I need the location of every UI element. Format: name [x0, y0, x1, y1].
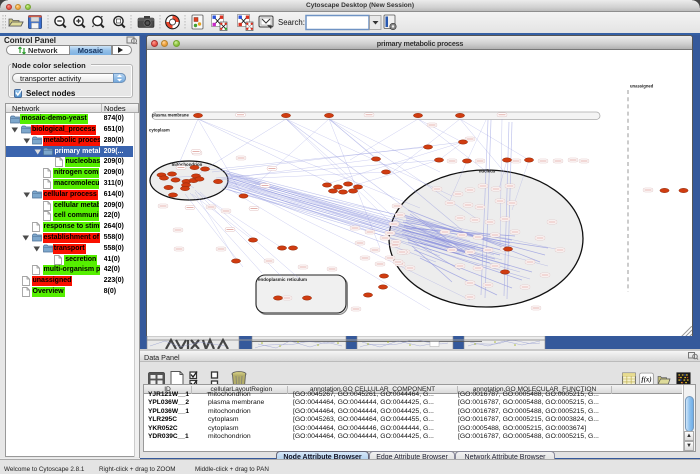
svg-text:endoplasmic reticulum: endoplasmic reticulum	[258, 277, 307, 282]
svg-text:f(x): f(x)	[641, 377, 651, 384]
svg-text:unassigned: unassigned	[630, 84, 654, 89]
svg-text:Search:: Search:	[278, 18, 305, 27]
svg-text:cytoplasm: cytoplasm	[149, 128, 170, 133]
svg-text:plasma membrane: plasma membrane	[152, 113, 189, 118]
svg-text:nucleus: nucleus	[479, 169, 496, 174]
